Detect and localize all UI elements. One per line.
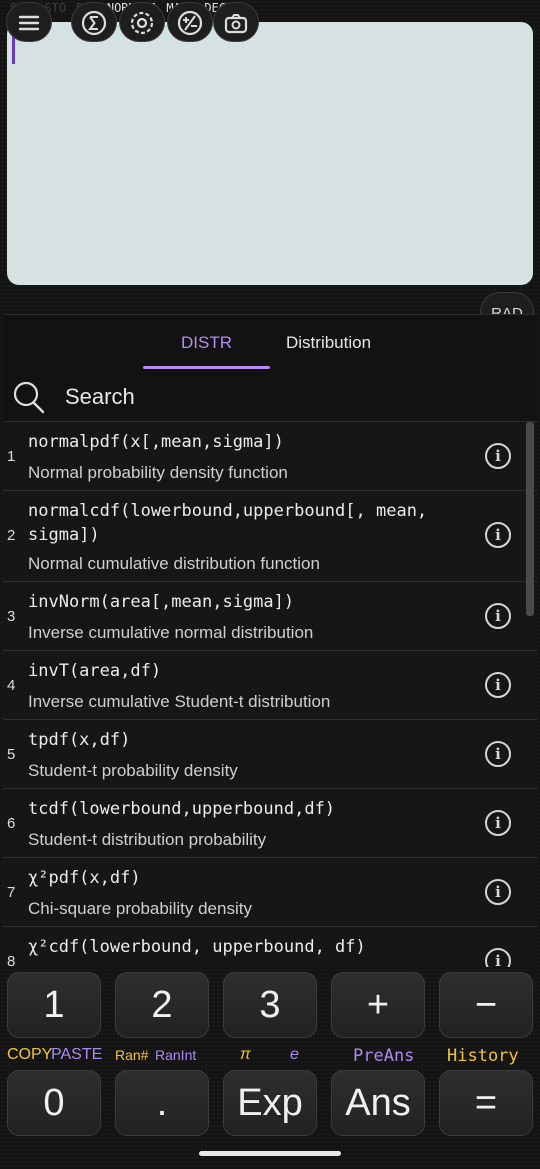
camera-button[interactable] (213, 2, 259, 42)
function-signature: invNorm(area[,mean,sigma]) (28, 592, 295, 612)
list-item[interactable]: 7 χ²pdf(x,df) Chi-square probability den… (3, 857, 537, 926)
key-1[interactable]: 1 (7, 972, 101, 1038)
function-signature: χ²cdf(lowerbound, upperbound, df) (28, 937, 366, 957)
catalog-tabs: DISTR Distribution (3, 315, 537, 369)
function-signature: invT(area,df) (28, 661, 162, 681)
item-number: 5 (7, 746, 16, 763)
item-number: 7 (7, 884, 16, 901)
key-0[interactable]: 0 (7, 1070, 101, 1136)
key-equals[interactable]: = (439, 1070, 533, 1136)
label-history: History (447, 1046, 519, 1066)
expression-display[interactable] (7, 22, 533, 285)
function-signature: normalpdf(x[,mean,sigma]) (28, 432, 284, 452)
label-preans: PreAns (353, 1046, 415, 1066)
function-catalog-panel: DISTR Distribution 1 normalpdf(x[,mean,s… (3, 314, 537, 967)
function-signature: tcdf(lowerbound,upperbound,df) (28, 799, 336, 819)
info-icon[interactable]: i (485, 948, 511, 967)
menu-button[interactable] (6, 2, 52, 42)
sigma-button[interactable] (71, 2, 117, 42)
function-list: 1 normalpdf(x[,mean,sigma]) Normal proba… (3, 421, 537, 967)
list-item[interactable]: 3 invNorm(area[,mean,sigma]) Inverse cum… (3, 581, 537, 650)
sigma-icon (81, 10, 107, 36)
list-item[interactable]: 8 χ²cdf(lowerbound, upperbound, df) i (3, 926, 537, 967)
search-input[interactable] (63, 381, 507, 413)
item-number: 8 (7, 953, 16, 967)
key-exp[interactable]: Exp (223, 1070, 317, 1136)
key-plus[interactable]: + (331, 972, 425, 1038)
list-item[interactable]: 1 normalpdf(x[,mean,sigma]) Normal proba… (3, 421, 537, 490)
key-decimal[interactable]: . (115, 1070, 209, 1136)
list-item[interactable]: 2 normalcdf(lowerbound,upperbound[, mean… (3, 490, 537, 581)
function-description: Normal cumulative distribution function (28, 554, 320, 573)
key-2[interactable]: 2 (115, 972, 209, 1038)
item-number: 6 (7, 815, 16, 832)
list-item[interactable]: 4 invT(area,df) Inverse cumulative Stude… (3, 650, 537, 719)
plus-minus-icon (177, 10, 203, 36)
label-paste: PASTE (51, 1046, 103, 1063)
item-number: 4 (7, 677, 16, 694)
function-description: Inverse cumulative normal distribution (28, 623, 314, 642)
info-icon[interactable]: i (485, 672, 511, 698)
item-number: 3 (7, 608, 16, 625)
home-indicator[interactable] (199, 1151, 341, 1156)
key-ans[interactable]: Ans (331, 1070, 425, 1136)
list-scrollbar[interactable] (526, 422, 534, 616)
list-item[interactable]: 5 tpdf(x,df) Student-t probability densi… (3, 719, 537, 788)
function-description: Chi-square probability density (28, 899, 252, 918)
info-icon[interactable]: i (485, 443, 511, 469)
info-icon[interactable]: i (485, 522, 511, 548)
function-description: Normal probability density function (28, 463, 288, 482)
item-number: 2 (7, 527, 16, 544)
tab-distr[interactable]: DISTR (181, 333, 232, 353)
key-3[interactable]: 3 (223, 972, 317, 1038)
label-ran: Ran# (115, 1047, 149, 1063)
list-item[interactable]: 6 tcdf(lowerbound,upperbound,df) Student… (3, 788, 537, 857)
function-signature: tpdf(x,df) (28, 730, 131, 750)
function-signature: χ²pdf(x,df) (28, 868, 141, 888)
search-icon (13, 381, 45, 414)
function-description: Student-t distribution probability (28, 830, 267, 849)
info-icon[interactable]: i (485, 741, 511, 767)
search-bar[interactable] (3, 375, 537, 421)
camera-icon (224, 14, 248, 34)
plus-minus-button[interactable] (167, 2, 213, 42)
key-minus[interactable]: − (439, 972, 533, 1038)
function-signature: normalcdf(lowerbound,upperbound[, mean, … (28, 501, 438, 545)
function-description: Student-t probability density (28, 761, 238, 780)
info-icon[interactable]: i (485, 603, 511, 629)
label-pi: π (240, 1046, 251, 1063)
gear-icon (130, 11, 154, 35)
item-number: 1 (7, 448, 16, 465)
label-ranint: RanInt (155, 1047, 197, 1063)
label-copy: COPY (7, 1046, 53, 1063)
active-tab-indicator (143, 366, 270, 369)
info-icon[interactable]: i (485, 810, 511, 836)
info-icon[interactable]: i (485, 879, 511, 905)
settings-button[interactable] (119, 2, 165, 42)
menu-icon (18, 15, 40, 31)
function-description: Inverse cumulative Student-t distributio… (28, 692, 331, 711)
tab-distribution[interactable]: Distribution (286, 333, 371, 353)
label-e: e (290, 1046, 299, 1063)
